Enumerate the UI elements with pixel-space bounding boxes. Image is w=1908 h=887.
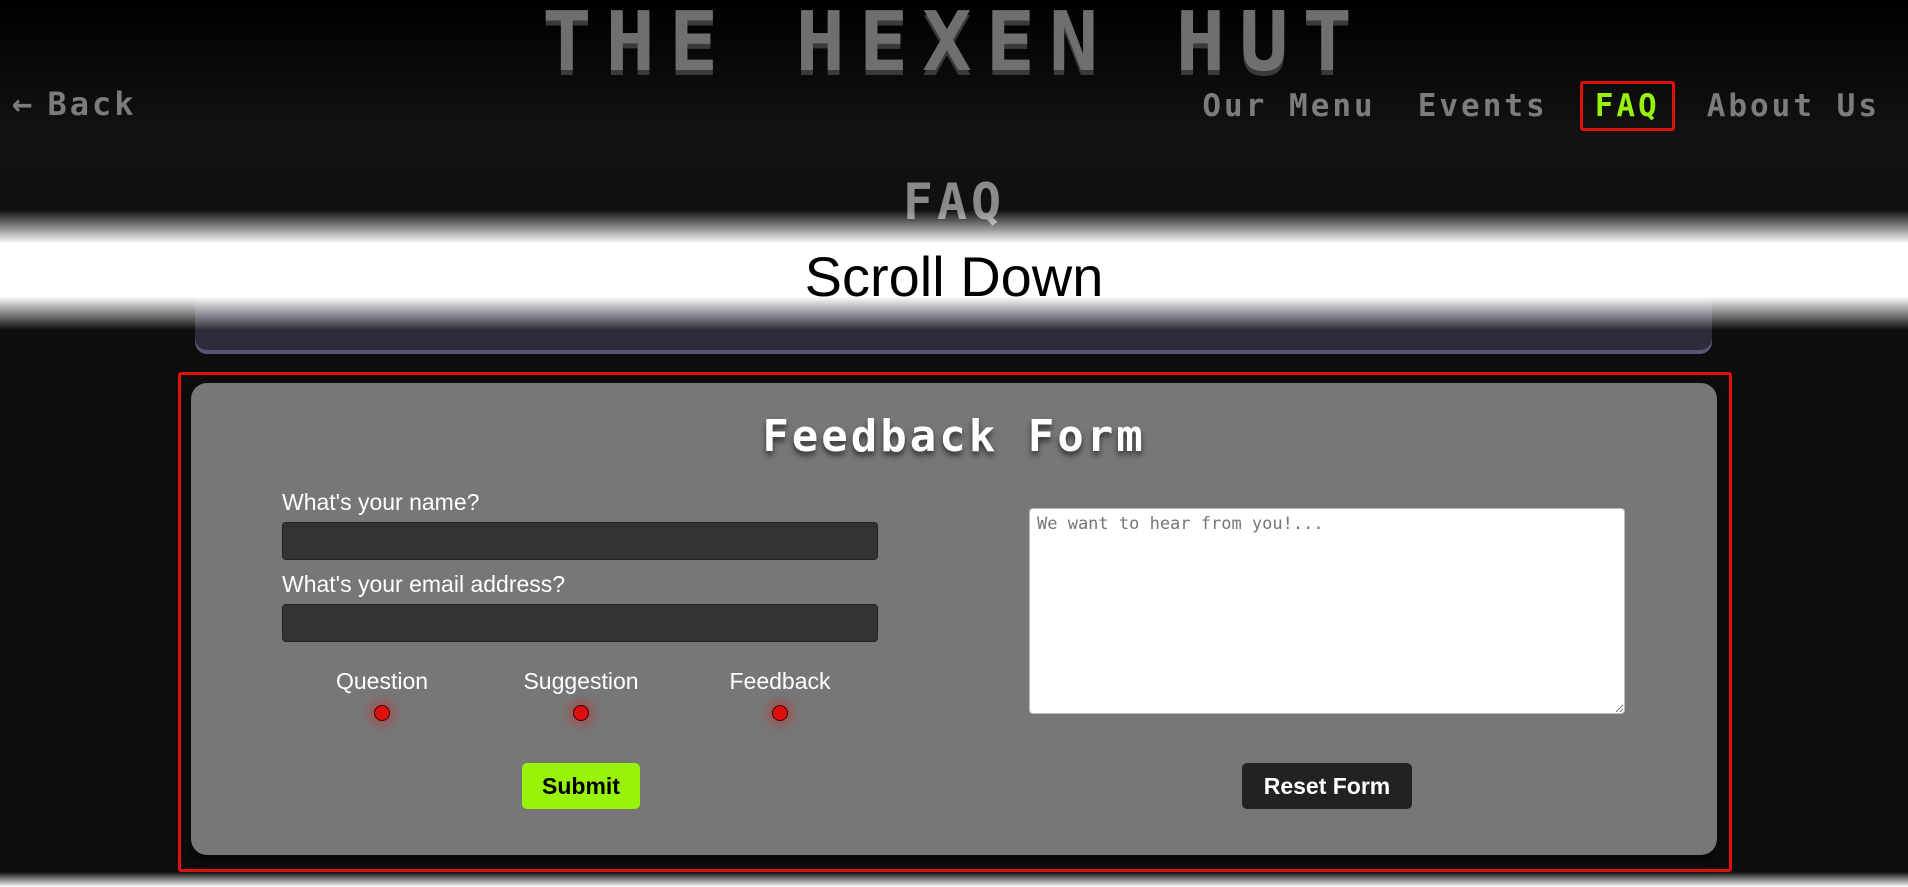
radio-option-suggestion[interactable]: Suggestion — [501, 667, 661, 721]
message-textarea[interactable] — [1029, 508, 1625, 714]
email-label: What's your email address? — [282, 571, 566, 597]
radio-option-feedback[interactable]: Feedback — [700, 667, 860, 721]
radio-option-question[interactable]: Question — [302, 667, 462, 721]
submit-button[interactable]: Submit — [522, 763, 640, 809]
bottom-overlay-glow — [0, 872, 1908, 887]
arrow-left-icon: ← — [12, 84, 36, 124]
name-field[interactable] — [282, 522, 878, 560]
nav-item-about-us[interactable]: About Us — [1697, 82, 1890, 130]
radio-label-feedback: Feedback — [729, 668, 831, 694]
form-title: Feedback Form — [762, 411, 1146, 462]
name-label: What's your name? — [282, 489, 480, 515]
back-link[interactable]: ← Back — [12, 84, 137, 124]
nav-item-faq[interactable]: FAQ — [1579, 81, 1675, 131]
radio-label-suggestion: Suggestion — [523, 668, 639, 694]
feedback-form-card: Feedback Form What's your name? What's y… — [191, 383, 1717, 855]
radio-button-suggestion[interactable] — [573, 705, 589, 721]
nav-item-events[interactable]: Events — [1408, 82, 1558, 130]
site-title: THE HEXEN HUT — [542, 0, 1366, 90]
scroll-down-text: Scroll Down — [804, 245, 1104, 308]
radio-button-feedback[interactable] — [772, 705, 788, 721]
back-label: Back — [47, 85, 137, 123]
radio-label-question: Question — [335, 668, 429, 694]
email-field[interactable] — [282, 604, 878, 642]
nav-item-our-menu[interactable]: Our Menu — [1192, 82, 1385, 130]
main-nav: Our Menu Events FAQ About Us — [1170, 81, 1890, 131]
reset-form-button[interactable]: Reset Form — [1242, 763, 1412, 809]
radio-button-question[interactable] — [374, 705, 390, 721]
